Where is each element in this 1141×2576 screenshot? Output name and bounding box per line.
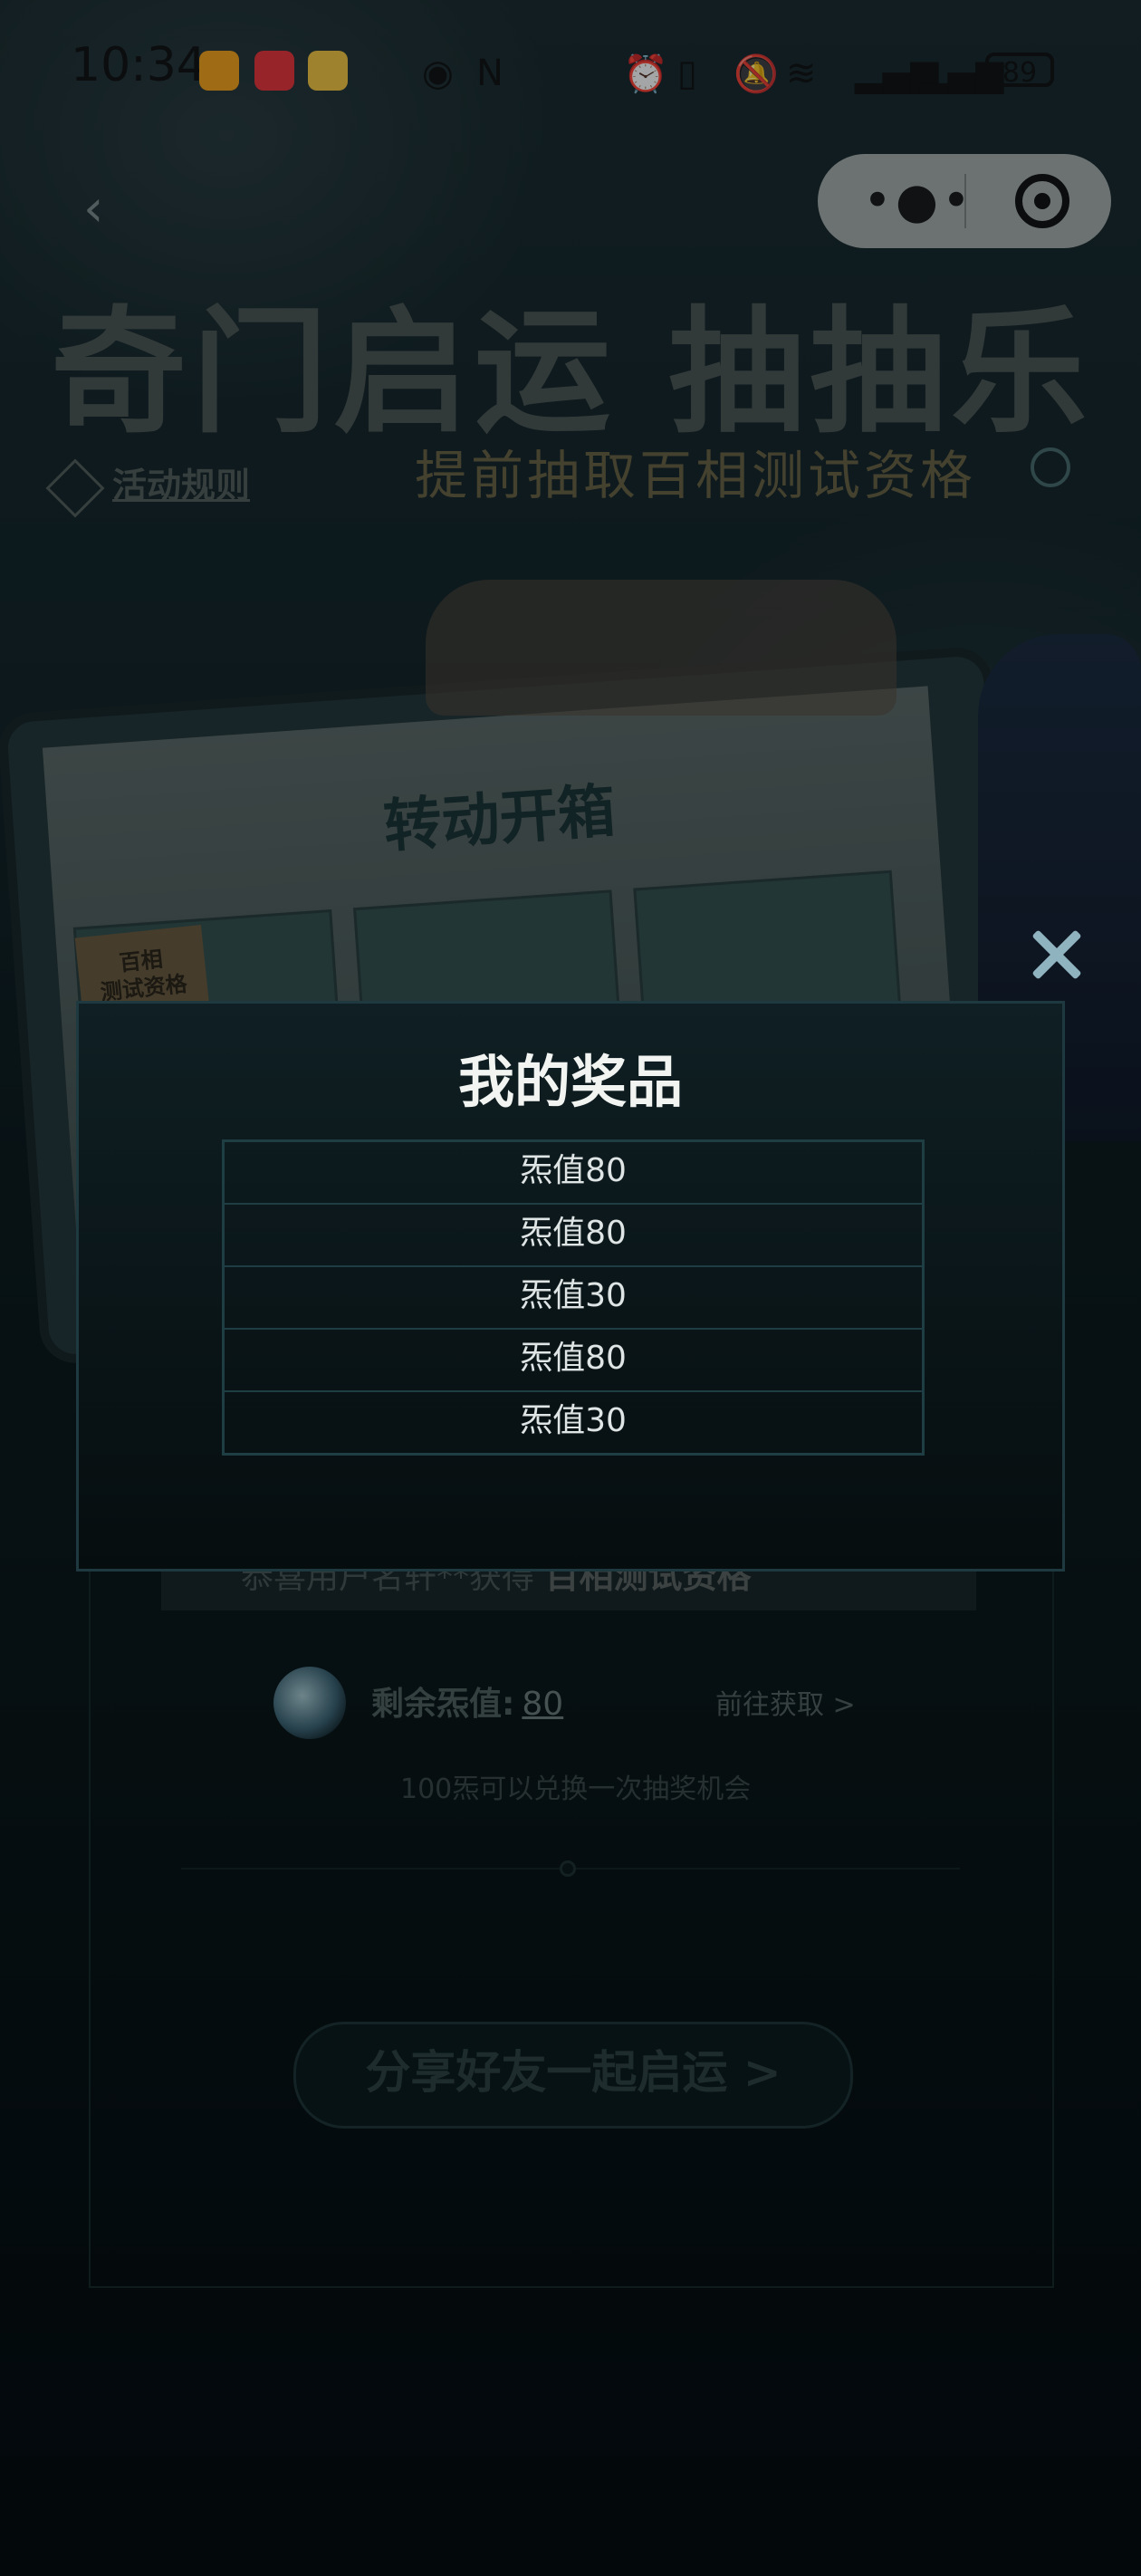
my-prizes-modal: 我的奖品 炁值80 炁值80 炁值30 炁值80 炁值30 (76, 1001, 1065, 1572)
modal-title: 我的奖品 (457, 1049, 683, 1115)
prize-row: 炁值80 (225, 1142, 922, 1205)
prize-row: 炁值80 (225, 1330, 922, 1392)
prize-row: 炁值30 (520, 1402, 627, 1439)
close-x-icon[interactable] (1027, 926, 1085, 984)
prize-row: 炁值30 (225, 1267, 922, 1330)
prize-list: 炁值80 炁值80 炁值30 炁值80 炁值30 (222, 1139, 925, 1456)
lottery-page: 10:34 ◉ N ⏰ ▯ 🔕 ≋ ▂▄▆ ▂▄▆ 89 •●• ‹ 奇门启运 … (0, 0, 1141, 2576)
prize-row: 炁值80 (225, 1205, 922, 1267)
